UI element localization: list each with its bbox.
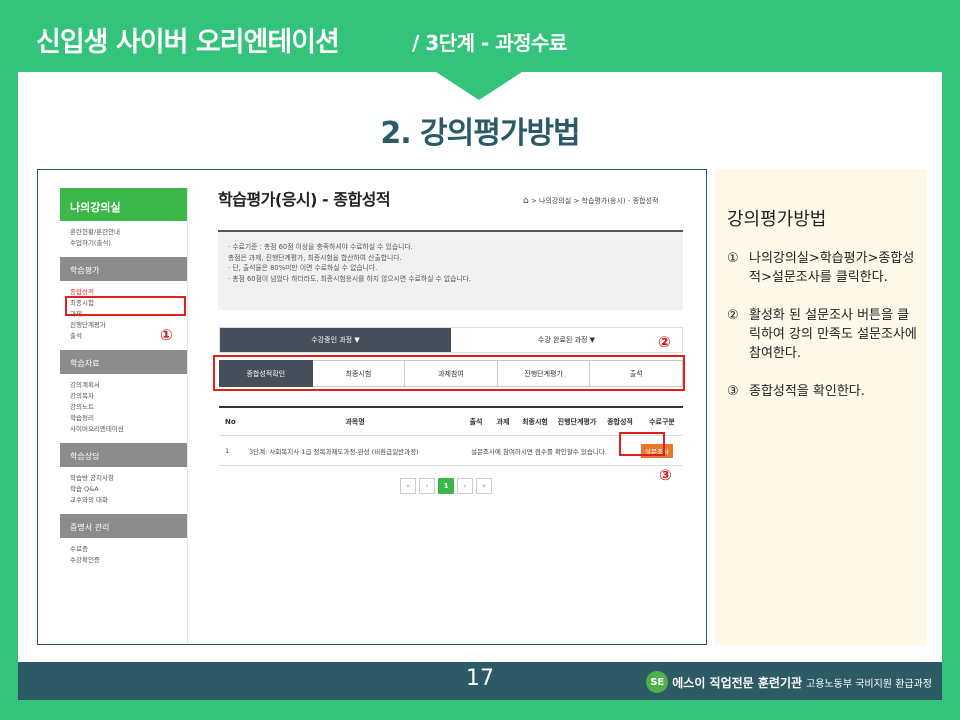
col-total-grade: 종합성적 (607, 417, 633, 426)
grades-table: No 과목명 출석 과제 최종시험 진행단계평가 종합성적 수료구분 1 3단계… (219, 406, 683, 466)
breadcrumb: ⌂ > 나의강의실 > 학습평가(응시) - 종합성적 (523, 196, 659, 206)
tab-completed[interactable]: 수강 완료된 과정 ▼ (451, 328, 682, 352)
table-row: 1 3단계: 사회복지사 1급 정복과제도과정-완성 (비환급일반과정) 설문조… (219, 436, 683, 466)
brand-subtitle: 고용노동부 국비지원 환급과정 (806, 678, 932, 690)
instruction-step: ② 활성화 된 설문조사 버튼을 클릭하여 강의 만족도 설문조사에 참여한다. (727, 306, 917, 363)
instruction-step: ① 나의강의실>학습평가>종합성적>설문조사를 클릭한다. (727, 249, 917, 287)
sidebar-item[interactable]: 훈련현황/훈련안내 (70, 227, 181, 238)
step-number: ③ (727, 384, 739, 399)
sidebar-item[interactable]: 수강확인증 (70, 555, 181, 566)
step-text: 종합성적을 확인한다. (749, 384, 865, 399)
brand: SE 에스이 직업전문 훈련기관 고용노동부 국비지원 환급과정 (646, 671, 932, 693)
sidebar-section-counsel[interactable]: 학습상담 (60, 443, 187, 467)
header-subtitle: / 3단계 - 과정수료 (412, 31, 567, 55)
step-text: 나의강의실>학습평가>종합성적>설문조사를 클릭한다. (749, 251, 915, 285)
sidebar: 나의강의실 훈련현황/훈련안내 수업하기(출석) 학습평가 ︿ 종합성적 최종시험… (60, 188, 188, 644)
sidebar-item[interactable]: 강의계획서 (70, 380, 181, 391)
prev-page-button[interactable]: ‹ (419, 478, 435, 494)
col-progress-eval: 진행단계평가 (557, 417, 597, 426)
sidebar-head[interactable]: 나의강의실 (60, 188, 187, 221)
sidebar-item[interactable]: 학습 Q&A (70, 484, 181, 495)
col-title: 과목명 (345, 417, 365, 426)
first-page-button[interactable]: « (400, 478, 416, 494)
sidebar-group-0: 훈련현황/훈련안내 수업하기(출석) (60, 221, 187, 251)
step-number: ① (727, 251, 739, 266)
sidebar-item[interactable]: 사이버오리엔테이션 (70, 424, 181, 435)
page-1-button[interactable]: 1 (438, 478, 454, 494)
marker-3: ③ (659, 466, 672, 484)
subtabs-highlight-box (213, 355, 685, 391)
sidebar-highlight-box (65, 296, 186, 316)
page-title: 학습평가(응시) - 종합성적 (218, 190, 391, 209)
pagination: « ‹ 1 › » (400, 478, 492, 494)
chevron-up-icon: ︿ (172, 265, 179, 273)
notice-line: · 수료기준 : 총점 60점 이상을 충족하셔야 수료하실 수 있습니다. (228, 243, 413, 251)
row-no: 1 (225, 446, 230, 455)
survey-highlight-box (619, 432, 665, 456)
sidebar-item[interactable]: 수료증 (70, 544, 181, 555)
col-final-exam: 최종시험 (522, 417, 548, 426)
sidebar-item[interactable]: 강의노트 (70, 402, 181, 413)
row-course-title: 3단계: 사회복지사 1급 정복과제도과정-완성 (비환급일반과정) (249, 447, 419, 456)
sidebar-section-materials[interactable]: 학습자료 (60, 350, 187, 374)
sidebar-group-2: 강의계획서 강의목차 강의노트 학습정리 사이버오리엔테이션 (60, 374, 187, 437)
row-survey-message: 설문조사에 참여하시면 점수를 확인할수 있습니다. (471, 447, 607, 456)
next-page-button[interactable]: › (457, 478, 473, 494)
table-header: No 과목명 출석 과제 최종시험 진행단계평가 종합성적 수료구분 (219, 406, 683, 436)
brand-name: 에스이 직업전문 훈련기관 (672, 675, 803, 690)
clover-logo-icon: SE (646, 671, 669, 693)
sidebar-item[interactable]: 학습정리 (70, 413, 181, 424)
marker-1: ① (160, 326, 173, 344)
home-icon[interactable]: ⌂ (523, 196, 529, 206)
section-title: 2. 강의평가방법 (380, 116, 580, 151)
sidebar-section-evaluation[interactable]: 학습평가 ︿ (60, 257, 187, 281)
instructions-title: 강의평가방법 (727, 209, 827, 230)
sidebar-section-certificates[interactable]: 증명서 관리 (60, 514, 187, 538)
col-assignment: 과제 (496, 417, 510, 426)
course-tabs: 수강중인 과정 ▼ 수강 완료된 과정 ▼ (219, 327, 683, 353)
notice-box: · 수료기준 : 총점 60점 이상을 충족하셔야 수료하실 수 있습니다. 총… (218, 230, 683, 310)
footer: 17 SE 에스이 직업전문 훈련기관 고용노동부 국비지원 환급과정 (18, 662, 942, 700)
lms-screenshot: 나의강의실 훈련현황/훈련안내 수업하기(출석) 학습평가 ︿ 종합성적 최종시험… (37, 169, 707, 645)
notice-line: · 단, 출석율은 80%미만 이면 수료하실 수 없습니다. (228, 264, 378, 272)
col-attendance: 출석 (469, 417, 483, 426)
instructions-panel: 강의평가방법 ① 나의강의실>학습평가>종합성적>설문조사를 클릭한다. ② 활… (715, 169, 927, 645)
sidebar-item[interactable]: 교수와의 대화 (70, 495, 181, 506)
header-title: 신입생 사이버 오리엔테이션 (36, 27, 340, 58)
tab-in-progress[interactable]: 수강중인 과정 ▼ (220, 328, 451, 352)
col-no: No (225, 417, 236, 426)
notice-line: · 총점 60점이 넘었다 하더라도, 최종시험응시를 하지 않으시면 수료하실… (228, 274, 472, 283)
last-page-button[interactable]: » (476, 478, 492, 494)
sidebar-item[interactable]: 수업하기(출석) (70, 238, 181, 249)
marker-2: ② (658, 333, 671, 351)
instruction-step: ③ 종합성적을 확인한다. (727, 382, 917, 401)
sidebar-item[interactable]: 학습방 공지사항 (70, 473, 181, 484)
notice-line: 총점은 과제, 진행단계평가, 최종시험을 합산하여 산출합니다. (228, 253, 402, 262)
step-text: 활성화 된 설문조사 버튼을 클릭하여 강의 만족도 설문조사에 참여한다. (749, 308, 917, 361)
sidebar-group-3: 학습방 공지사항 학습 Q&A 교수와의 대화 (60, 467, 187, 508)
sidebar-group-4: 수료증 수강확인증 (60, 538, 187, 568)
step-number: ② (727, 308, 739, 323)
col-completion: 수료구분 (649, 417, 675, 426)
pointer-triangle (436, 72, 522, 100)
sidebar-item[interactable]: 강의목차 (70, 391, 181, 402)
